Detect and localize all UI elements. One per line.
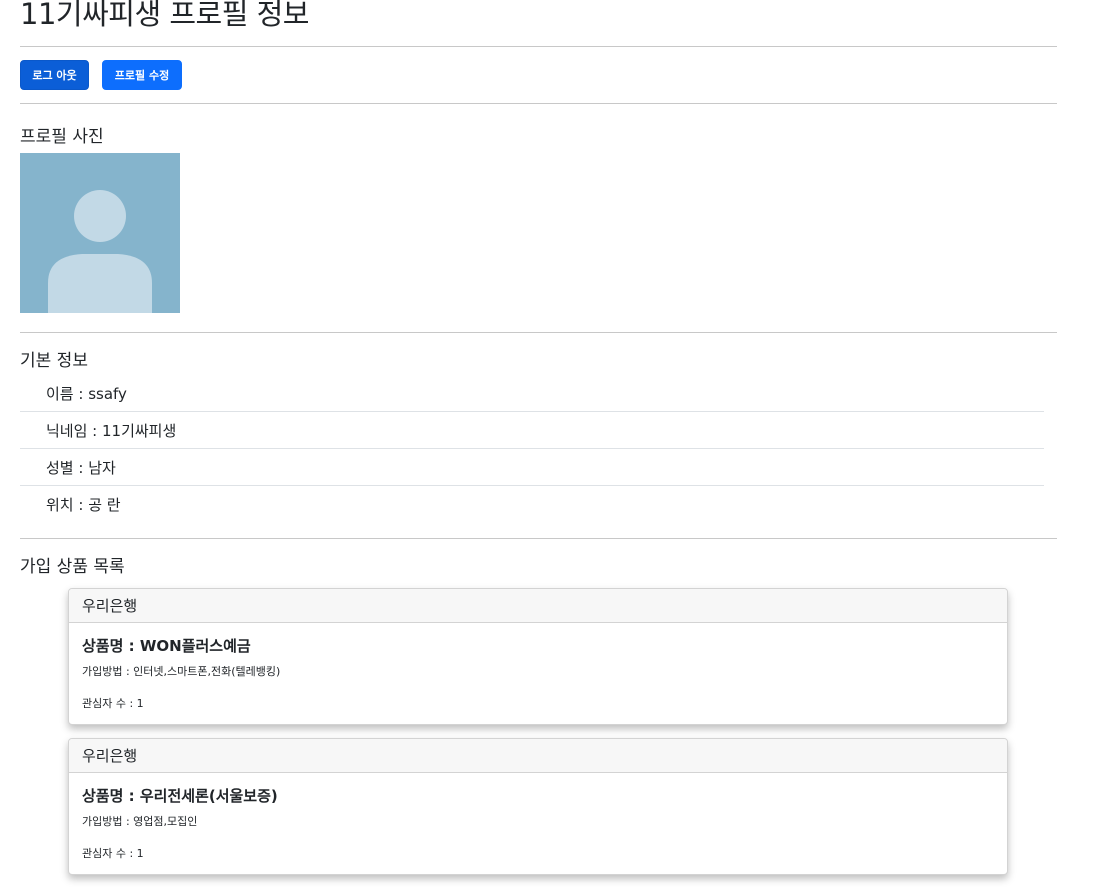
card-body: 상품명 : WON플러스예금 가입방법 : 인터넷,스마트폰,전화(텔레뱅킹) … [69,623,1007,724]
info-item-name: 이름 : ssafy [20,375,1044,412]
divider [20,46,1057,47]
info-item-nickname: 닉네임 : 11기싸피생 [20,412,1044,449]
product-card[interactable]: 우리은행 상품명 : WON플러스예금 가입방법 : 인터넷,스마트폰,전화(텔… [68,588,1008,725]
page-title: 11기싸피생 프로필 정보 [20,0,309,31]
divider [20,103,1057,104]
card-join-method: 가입방법 : 영업점,모집인 [82,815,198,828]
action-bar: 로그 아웃 프로필 수정 [20,60,182,90]
profile-photo-title: 프로필 사진 [20,127,104,147]
info-item-location: 위치 : 공 란 [46,496,121,514]
basic-info-title: 기본 정보 [20,351,88,371]
card-interest-count: 관심자 수 : 1 [82,697,144,710]
basic-info-list: 이름 : ssafy 닉네임 : 11기싸피생 성별 : 남자 위치 : 공 란 [20,375,1044,523]
divider [20,332,1057,333]
info-item-gender: 성별 : 남자 [20,449,1044,486]
card-product-name: 상품명 : WON플러스예금 [82,637,251,655]
card-bank-name: 우리은행 [69,589,1007,623]
card-join-method: 가입방법 : 인터넷,스마트폰,전화(텔레뱅킹) [82,665,281,678]
logout-button[interactable]: 로그 아웃 [20,60,89,90]
card-interest-count: 관심자 수 : 1 [82,847,144,860]
avatar [20,153,180,313]
card-body: 상품명 : 우리전세론(서울보증) 가입방법 : 영업점,모집인 관심자 수 :… [69,773,1007,874]
divider [20,538,1057,539]
card-product-name: 상품명 : 우리전세론(서울보증) [82,787,278,805]
card-bank-name: 우리은행 [69,739,1007,773]
edit-profile-button[interactable]: 프로필 수정 [102,60,182,90]
products-title: 가입 상품 목록 [20,557,125,577]
product-card[interactable]: 우리은행 상품명 : 우리전세론(서울보증) 가입방법 : 영업점,모집인 관심… [68,738,1008,875]
default-avatar-icon [48,190,152,313]
